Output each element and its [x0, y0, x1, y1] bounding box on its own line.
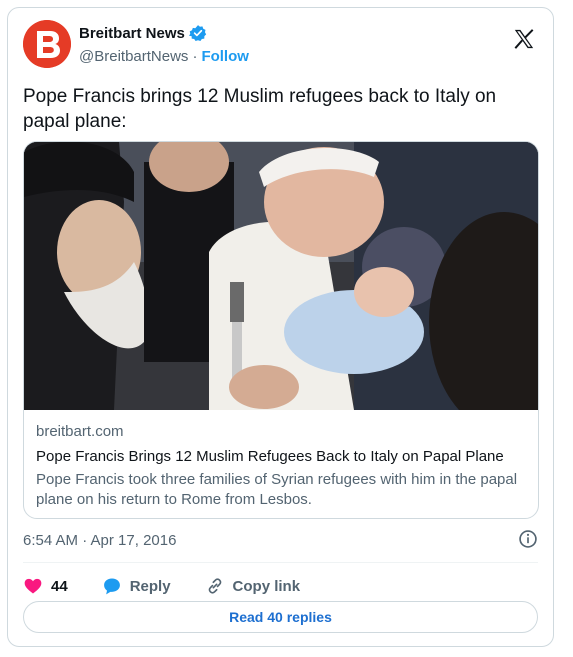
reply-label: Reply — [129, 577, 171, 595]
handle-separator: · — [192, 48, 198, 65]
verified-badge-icon — [188, 25, 207, 42]
copy-link-button[interactable]: Copy link — [205, 576, 301, 596]
tweet-text: Pope Francis brings 12 Muslim refugees b… — [23, 86, 497, 132]
reply-button[interactable]: Reply — [102, 576, 171, 596]
tweet-actions: 44 Reply Copy link — [23, 571, 334, 601]
account-name[interactable]: Breitbart News — [79, 25, 185, 42]
link-preview-body: breitbart.com Pope Francis Brings 12 Mus… — [36, 422, 526, 510]
like-button[interactable]: 44 — [23, 576, 68, 596]
account-handle[interactable]: @BreitbartNews — [79, 48, 188, 65]
like-count: 44 — [51, 577, 68, 595]
tweet-embed-card: Breitbart News @BreitbartNews · Follow P… — [7, 7, 554, 647]
link-domain[interactable]: breitbart.com — [36, 422, 526, 442]
info-icon[interactable] — [518, 529, 538, 549]
x-logo-icon[interactable] — [513, 28, 535, 50]
article-photo[interactable] — [24, 142, 538, 432]
follow-button[interactable]: Follow — [201, 48, 249, 65]
copy-link-label: Copy link — [232, 577, 301, 595]
tweet-header: Breitbart News @BreitbartNews · Follow — [23, 20, 541, 70]
link-icon — [208, 578, 221, 594]
link-title[interactable]: Pope Francis Brings 12 Muslim Refugees B… — [36, 447, 526, 467]
read-replies-button[interactable]: Read 40 replies — [23, 601, 538, 633]
tweet-timestamp[interactable]: 6:54 AM · Apr 17, 2016 — [23, 532, 176, 549]
divider — [23, 562, 538, 563]
reply-bubble-icon — [103, 578, 120, 595]
heart-icon — [24, 578, 42, 594]
link-description: Pope Francis took three families of Syri… — [36, 471, 518, 508]
link-preview-card[interactable]: breitbart.com Pope Francis Brings 12 Mus… — [23, 141, 539, 519]
avatar[interactable] — [23, 20, 71, 68]
breitbart-logo-icon — [23, 20, 71, 68]
article-photo-image — [24, 142, 538, 432]
